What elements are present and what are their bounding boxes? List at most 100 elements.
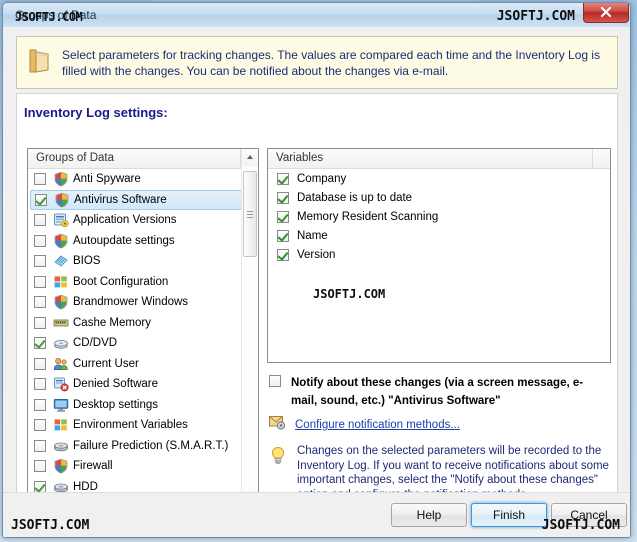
help-button[interactable]: Help	[391, 503, 467, 527]
close-button[interactable]	[583, 3, 629, 23]
group-item-label: Boot Configuration	[73, 275, 169, 288]
application-icon	[53, 212, 69, 228]
variable-item-checkbox[interactable]	[277, 248, 289, 261]
group-list-item[interactable]: Anti Spyware	[28, 169, 258, 190]
group-item-checkbox[interactable]	[34, 439, 46, 452]
header-divider	[592, 149, 593, 168]
notify-checkbox-row[interactable]: Notify about these changes (via a screen…	[269, 373, 609, 409]
variable-list-item[interactable]: Name	[268, 226, 610, 245]
group-item-label: Antivirus Software	[74, 193, 167, 206]
variable-item-checkbox[interactable]	[277, 191, 289, 204]
group-item-checkbox[interactable]	[34, 316, 46, 329]
group-item-label: Anti Spyware	[73, 173, 141, 186]
group-list-item[interactable]: Autoupdate settings	[28, 231, 258, 252]
group-item-label: CD/DVD	[73, 337, 118, 350]
scroll-up-button[interactable]	[242, 149, 258, 166]
variable-item-label: Company	[297, 172, 347, 185]
group-item-checkbox[interactable]	[34, 173, 46, 186]
groups-of-data-listbox[interactable]: Groups of Data Anti Spyware Antivirus Sof…	[27, 148, 259, 505]
dialog-client-area: Select parameters for tracking changes. …	[3, 27, 630, 537]
notify-checkbox[interactable]	[269, 375, 281, 387]
groups-scrollbar[interactable]	[241, 149, 258, 504]
group-list-item[interactable]: Denied Software	[28, 374, 258, 395]
variable-item-label: Memory Resident Scanning	[297, 210, 439, 223]
finish-button[interactable]: Finish	[471, 503, 547, 527]
group-item-checkbox[interactable]	[35, 193, 47, 206]
configure-notification-link[interactable]: Configure notification methods...	[295, 419, 460, 431]
monitor-icon	[53, 397, 69, 413]
variable-item-checkbox[interactable]	[277, 210, 289, 223]
group-item-label: Firewall	[73, 460, 113, 473]
notify-section: Notify about these changes (via a screen…	[269, 373, 609, 409]
variable-list-item[interactable]: Version	[268, 245, 610, 264]
variables-listbox[interactable]: Variables Company Database is up to date M…	[267, 148, 611, 363]
lightbulb-icon	[269, 446, 287, 471]
group-list-item[interactable]: Antivirus Software	[30, 189, 252, 210]
group-item-label: Autoupdate settings	[73, 234, 175, 247]
group-item-label: HDD	[73, 480, 98, 493]
variable-item-label: Version	[297, 248, 336, 261]
shield-icon	[53, 458, 69, 474]
variable-item-checkbox[interactable]	[277, 172, 289, 185]
group-list-item[interactable]: Firewall	[28, 456, 258, 477]
variable-item-label: Database is up to date	[297, 191, 413, 204]
variables-list-header: Variables	[268, 149, 610, 169]
group-list-item[interactable]: Current User	[28, 354, 258, 375]
variable-list-item[interactable]: Memory Resident Scanning	[268, 207, 610, 226]
group-list-item[interactable]: Application Versions	[28, 210, 258, 231]
close-icon	[600, 6, 612, 18]
denied-software-icon	[53, 376, 69, 392]
banner-text: Select parameters for tracking changes. …	[62, 48, 601, 78]
watermark-title: JSOFTJ.COM	[15, 10, 83, 24]
grip-icon	[247, 211, 253, 212]
groups-list-header: Groups of Data	[28, 149, 258, 169]
group-list-item[interactable]: Cashe Memory	[28, 313, 258, 334]
title-bar[interactable]: Groups of Data JSOFTJ.COM JSOFTJ.COM	[3, 3, 630, 28]
variable-list-item[interactable]: Company	[268, 169, 610, 188]
group-item-checkbox[interactable]	[34, 296, 46, 309]
group-list-item[interactable]: Brandmower Windows	[28, 292, 258, 313]
group-item-label: Denied Software	[73, 378, 159, 391]
group-list-item[interactable]: CD/DVD	[28, 333, 258, 354]
group-list-item[interactable]: Desktop settings	[28, 395, 258, 416]
folder-icon	[27, 48, 51, 79]
group-list-item[interactable]: Boot Configuration	[28, 272, 258, 293]
watermark-top-right: JSOFTJ.COM	[496, 9, 575, 24]
group-item-checkbox[interactable]	[34, 357, 46, 370]
info-banner: Select parameters for tracking changes. …	[16, 36, 618, 89]
group-item-checkbox[interactable]	[34, 419, 46, 432]
disc-icon	[53, 335, 69, 351]
group-item-label: Environment Variables	[73, 419, 188, 432]
group-item-checkbox[interactable]	[34, 214, 46, 227]
group-list-item[interactable]: BIOS	[28, 251, 258, 272]
group-item-checkbox[interactable]	[34, 275, 46, 288]
memory-icon	[53, 315, 69, 331]
variables-column-header: Variables	[276, 152, 324, 164]
configure-notification-row[interactable]: Configure notification methods...	[269, 415, 460, 435]
variables-list-body[interactable]: Company Database is up to date Memory Resi…	[268, 169, 610, 362]
variable-item-label: Name	[297, 229, 328, 242]
watermark-bottom-left: JSOFTJ.COM	[11, 518, 90, 533]
group-item-checkbox[interactable]	[34, 337, 46, 350]
shield-icon	[53, 233, 69, 249]
group-list-item[interactable]: Failure Prediction (S.M.A.R.T.)	[28, 436, 258, 457]
page-title: Inventory Log settings:	[24, 105, 168, 120]
group-item-checkbox[interactable]	[34, 255, 46, 268]
group-item-checkbox[interactable]	[34, 398, 46, 411]
settings-panel: Inventory Log settings: Groups of Data A…	[16, 93, 618, 512]
group-list-item[interactable]: Environment Variables	[28, 415, 258, 436]
group-item-checkbox[interactable]	[34, 234, 46, 247]
groups-column-header: Groups of Data	[36, 152, 114, 164]
shield-icon	[53, 171, 69, 187]
group-item-checkbox[interactable]	[34, 460, 46, 473]
groups-list-body[interactable]: Anti Spyware Antivirus Software Applicatio…	[28, 169, 258, 504]
variable-list-item[interactable]: Database is up to date	[268, 188, 610, 207]
group-item-checkbox[interactable]	[34, 378, 46, 391]
variable-item-checkbox[interactable]	[277, 229, 289, 242]
group-item-label: Cashe Memory	[73, 316, 151, 329]
scrollbar-thumb[interactable]	[243, 171, 257, 257]
group-item-label: Brandmower Windows	[73, 296, 189, 309]
inventory-log-settings-dialog: Groups of Data JSOFTJ.COM JSOFTJ.COM Sel…	[2, 2, 631, 538]
group-item-checkbox[interactable]	[34, 480, 46, 493]
group-item-label: Current User	[73, 357, 139, 370]
